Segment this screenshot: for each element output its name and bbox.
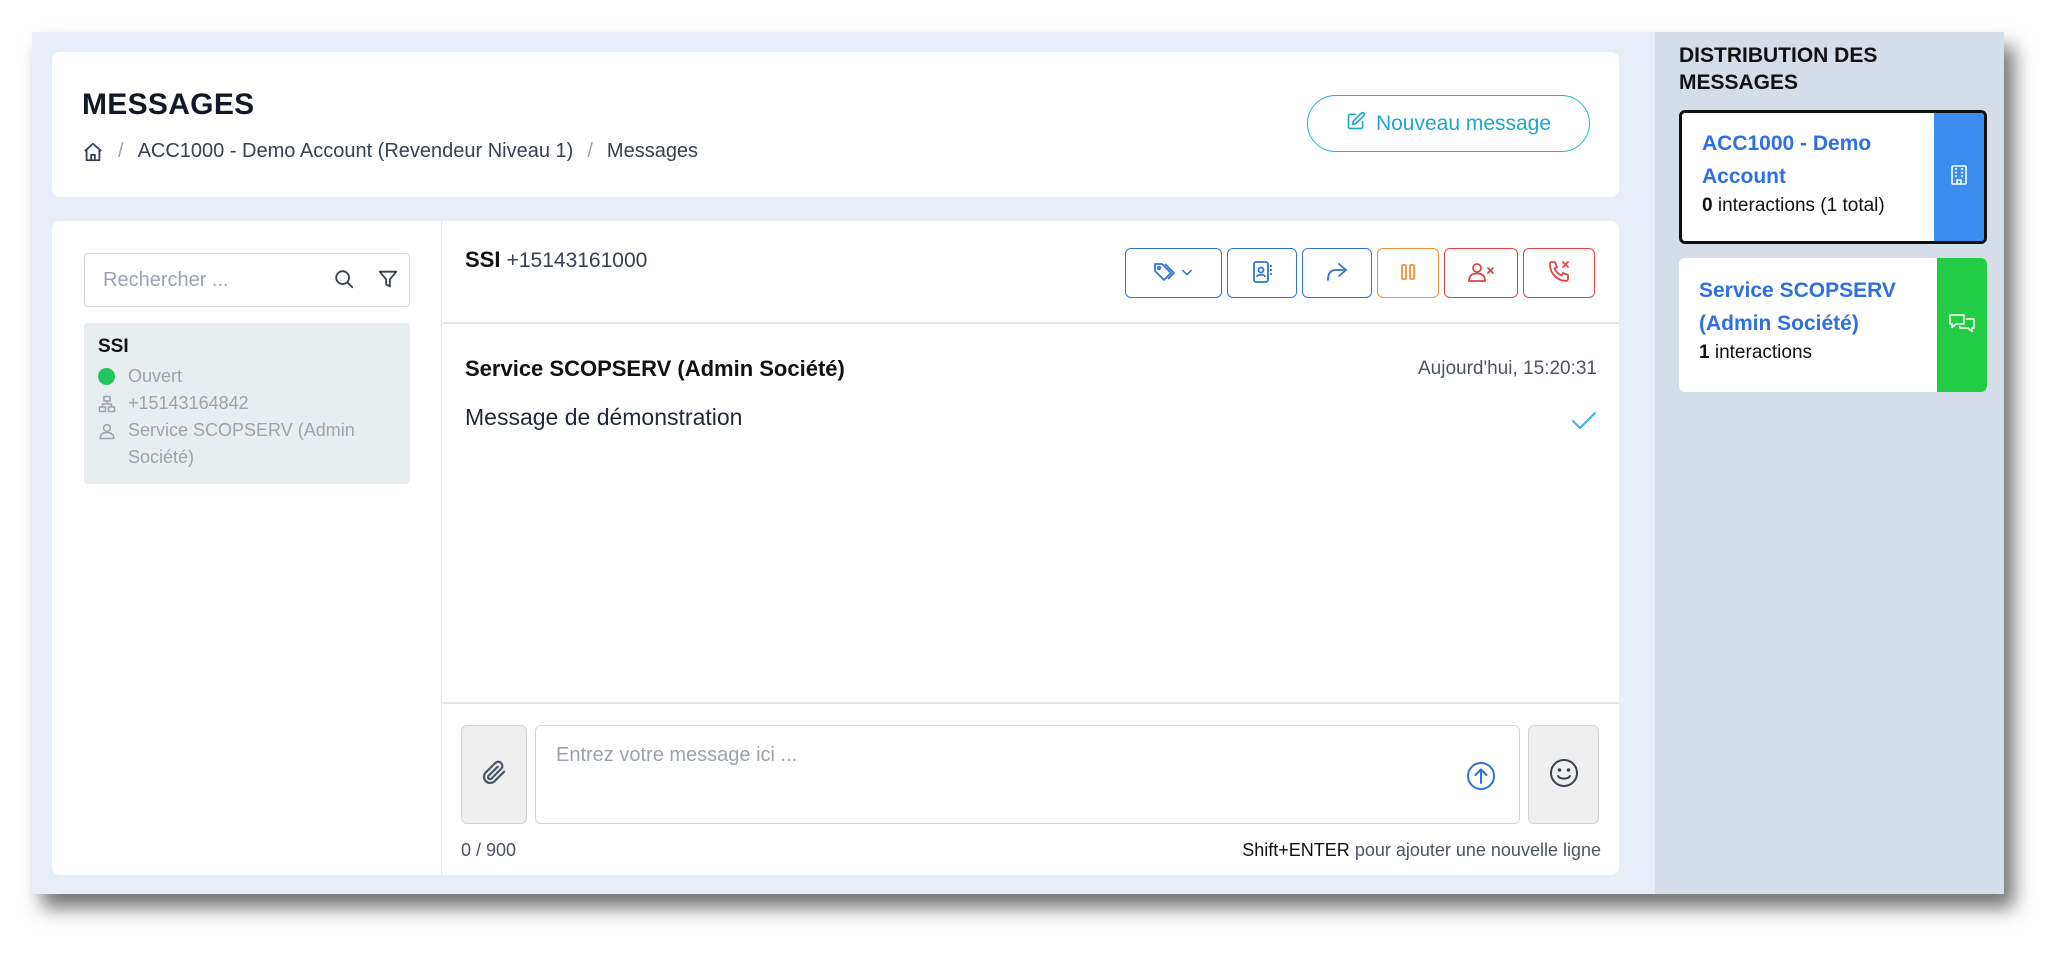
distribution-item[interactable]: ACC1000 - Demo Account 0 interactions (1… — [1679, 110, 1987, 244]
smiley-icon — [1548, 757, 1580, 792]
breadcrumb-current: Messages — [606, 140, 699, 162]
filter-icon[interactable] — [377, 268, 399, 295]
conversation-assignee: Service SCOPSERV (Admin Société) — [98, 417, 396, 471]
conversation-title: SSI +15143161000 — [465, 247, 648, 272]
distribution-item-count: 0 interactions (1 total) — [1702, 195, 1885, 216]
chat-bubbles-icon — [1948, 312, 1976, 339]
messages-panel: SSI Ouvert +15143164842 Service SCOPSERV… — [52, 221, 1619, 875]
pause-button[interactable] — [1377, 248, 1439, 298]
distribution-title: DISTRIBUTION DES MESSAGES — [1679, 44, 1878, 94]
search-input[interactable] — [103, 268, 323, 292]
page-title: MESSAGES — [82, 88, 255, 121]
distribution-item-name: Service SCOPSERV (Admin Société) — [1699, 279, 1896, 335]
conversation-name: SSI — [98, 336, 129, 357]
network-icon — [98, 390, 128, 417]
breadcrumb: / ACC1000 - Demo Account (Revendeur Nive… — [82, 140, 698, 163]
distribution-item-name: ACC1000 - Demo Account — [1702, 132, 1872, 188]
message-input-wrapper — [535, 725, 1520, 824]
contact-card-button[interactable] — [1227, 248, 1297, 298]
end-call-icon — [1546, 259, 1572, 288]
page-header: MESSAGES / ACC1000 - Demo Account (Reven… — [52, 52, 1619, 197]
conversation-list-pane: SSI Ouvert +15143164842 Service SCOPSERV… — [52, 221, 442, 875]
attach-button[interactable] — [461, 725, 527, 824]
character-count: 0 / 900 — [461, 840, 517, 860]
new-message-label: Nouveau message — [1375, 111, 1552, 135]
conversation-number: +15143161000 — [506, 249, 648, 272]
tag-dropdown-button[interactable] — [1125, 248, 1222, 298]
remove-user-button[interactable] — [1444, 248, 1518, 298]
building-icon — [1949, 164, 1969, 191]
contact-card-icon — [1251, 260, 1273, 287]
message-sender: Service SCOPSERV (Admin Société) — [465, 356, 845, 381]
conversation-phone: +15143164842 — [98, 390, 396, 417]
end-call-button[interactable] — [1523, 248, 1595, 298]
message-thread: Service SCOPSERV (Admin Société) Aujourd… — [443, 326, 1619, 702]
edit-icon — [1346, 111, 1366, 137]
distribution-item[interactable]: Service SCOPSERV (Admin Société) 1 inter… — [1679, 258, 1987, 392]
forward-button[interactable] — [1302, 248, 1372, 298]
paperclip-icon — [479, 758, 509, 791]
checkmark-icon — [1571, 410, 1597, 437]
distribution-panel: DISTRIBUTION DES MESSAGES ACC1000 - Demo… — [1655, 32, 2004, 894]
search-icon[interactable] — [333, 268, 355, 295]
conversation-list-item[interactable]: SSI Ouvert +15143164842 Service SCOPSERV… — [84, 323, 410, 484]
distribution-item-color — [1937, 258, 1987, 392]
app-window: MESSAGES / ACC1000 - Demo Account (Reven… — [32, 32, 2004, 894]
conversation-actions — [1125, 248, 1595, 298]
tag-icon — [1153, 261, 1179, 286]
remove-user-icon — [1467, 261, 1495, 286]
new-message-button[interactable]: Nouveau message — [1307, 95, 1590, 152]
message-timestamp: Aujourd'hui, 15:20:31 — [1418, 358, 1597, 379]
distribution-item-count: 1 interactions — [1699, 342, 1813, 363]
conversation-header: SSI +15143161000 — [443, 221, 1619, 324]
send-icon[interactable] — [1465, 760, 1497, 797]
message-composer: 0 / 900 Shift+ENTER pour ajouter une nou… — [443, 702, 1619, 875]
emoji-button[interactable] — [1528, 725, 1599, 824]
search-box — [84, 253, 410, 307]
chevron-down-icon — [1179, 264, 1195, 283]
breadcrumb-separator: / — [587, 140, 593, 162]
conversation-status: Ouvert — [98, 363, 396, 390]
distribution-item-color — [1934, 113, 1984, 241]
message-body: Message de démonstration — [465, 404, 743, 430]
message-input[interactable] — [536, 726, 1519, 823]
status-dot-icon — [98, 368, 115, 385]
newline-hint: Shift+ENTER pour ajouter une nouvelle li… — [1242, 840, 1601, 860]
pause-icon — [1398, 262, 1418, 285]
forward-icon — [1325, 261, 1349, 286]
home-icon[interactable] — [82, 141, 104, 163]
user-icon — [98, 417, 128, 444]
breadcrumb-account[interactable]: ACC1000 - Demo Account (Revendeur Niveau… — [138, 140, 574, 163]
breadcrumb-separator: / — [118, 140, 124, 162]
